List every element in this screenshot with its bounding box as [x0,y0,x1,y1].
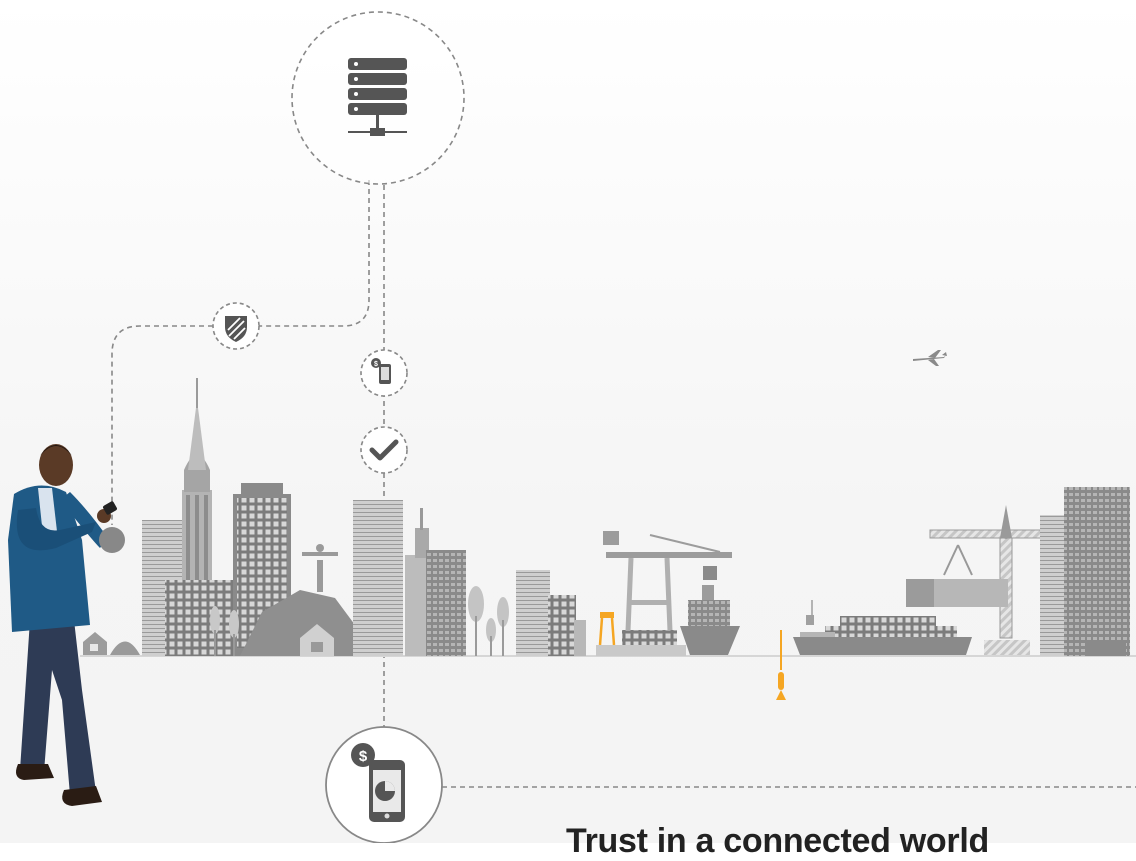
mobile-payment-node: $ [360,349,408,397]
background [0,0,1136,843]
svg-text:$: $ [374,361,378,368]
hero-headline: Trust in a connected world [566,822,989,860]
verification-node [360,426,408,474]
hero-illustration: $ $ [0,0,1136,843]
svg-text:$: $ [359,748,368,765]
server-node [291,11,465,185]
security-node [212,302,260,350]
analytics-node: $ [325,726,443,843]
